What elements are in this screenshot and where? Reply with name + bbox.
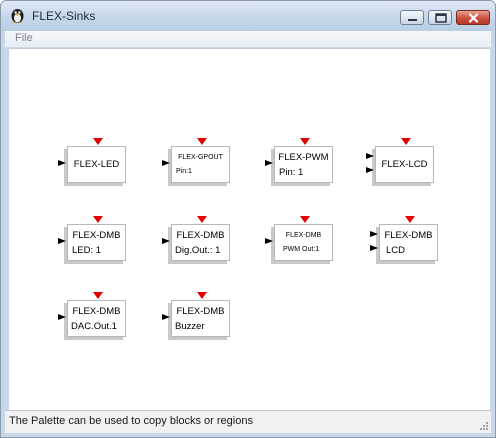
input-port [265, 160, 273, 166]
block-param: PWM Out:1 [283, 246, 320, 253]
block-param: Pin: 1 [279, 167, 304, 178]
input-port [162, 238, 170, 244]
input-port [265, 238, 273, 244]
input-port [162, 160, 170, 166]
input-port [162, 314, 170, 320]
block-flex-lcd[interactable]: FLEX-LCD [366, 138, 434, 183]
event-input-port [93, 138, 103, 145]
scilab-penguin-icon [11, 9, 24, 24]
menu-bar: File [5, 31, 491, 48]
block-param: Dig.Out.: 1 [175, 245, 221, 256]
event-input-port [401, 138, 411, 145]
event-input-port [300, 138, 310, 145]
block-label: FLEX-GPOUT [178, 154, 223, 161]
input-port [370, 231, 378, 237]
minimize-icon [408, 19, 417, 21]
block-label: FLEX-LCD [381, 159, 428, 170]
event-input-port [197, 216, 207, 223]
input-port [366, 153, 374, 159]
input-port [58, 238, 66, 244]
block-label: FLEX-DMB [72, 306, 121, 317]
window-title: FLEX-Sinks [32, 9, 96, 23]
event-input-port [405, 216, 415, 223]
event-input-port [93, 292, 103, 299]
block-flex-led[interactable]: FLEX-LED [58, 138, 126, 183]
block-param: LCD [386, 245, 406, 256]
block-label: FLEX-DMB [384, 230, 433, 241]
block-param: DAC.Out.1 [71, 321, 117, 332]
block-flex-dmb-digout[interactable]: FLEX-DMB Dig.Out.: 1 [162, 216, 230, 261]
palette-canvas[interactable]: FLEX-LED FLEX-GPOUT Pin:1 FLEX-PWM Pin: … [9, 48, 490, 411]
minimize-button[interactable] [400, 10, 424, 25]
maximize-button[interactable] [428, 10, 452, 25]
block-label: FLEX-PWM [278, 152, 329, 163]
block-flex-dmb-led[interactable]: FLEX-DMB LED: 1 [58, 216, 126, 261]
event-input-port [300, 216, 310, 223]
block-label: FLEX-DMB [72, 230, 121, 241]
input-port [366, 167, 374, 173]
block-flex-dmb-dacout[interactable]: FLEX-DMB DAC.Out.1 [58, 292, 126, 337]
status-text: The Palette can be used to copy blocks o… [9, 415, 253, 427]
menu-file[interactable]: File [15, 32, 33, 44]
block-label: FLEX-DMB [285, 232, 322, 239]
input-port [58, 160, 66, 166]
title-bar[interactable]: FLEX-Sinks [1, 1, 495, 31]
event-input-port [197, 138, 207, 145]
block-flex-dmb-pwmout[interactable]: FLEX-DMB PWM Out:1 [265, 216, 333, 261]
block-flex-pwm[interactable]: FLEX-PWM Pin: 1 [265, 138, 333, 183]
block-label: FLEX-LED [73, 159, 120, 170]
close-button[interactable] [456, 10, 490, 25]
block-flex-dmb-buzzer[interactable]: FLEX-DMB Buzzer [162, 292, 230, 337]
close-icon [468, 13, 479, 23]
block-param: Buzzer [175, 321, 205, 332]
maximize-icon [435, 13, 447, 23]
palette-window: FLEX-Sinks File FLEX-LED FLEX-GPOUT Pin:… [0, 0, 496, 438]
input-port [58, 314, 66, 320]
block-label: FLEX-DMB [176, 230, 225, 241]
event-input-port [197, 292, 207, 299]
resize-grip-icon[interactable] [478, 420, 489, 431]
block-label: FLEX-DMB [176, 306, 225, 317]
block-flex-dmb-lcd[interactable]: FLEX-DMB LCD [370, 216, 438, 261]
block-flex-gpout[interactable]: FLEX-GPOUT Pin:1 [162, 138, 230, 183]
input-port [370, 245, 378, 251]
event-input-port [93, 216, 103, 223]
block-param: LED: 1 [72, 245, 102, 256]
status-bar: The Palette can be used to copy blocks o… [5, 410, 491, 433]
block-param: Pin:1 [176, 168, 192, 175]
